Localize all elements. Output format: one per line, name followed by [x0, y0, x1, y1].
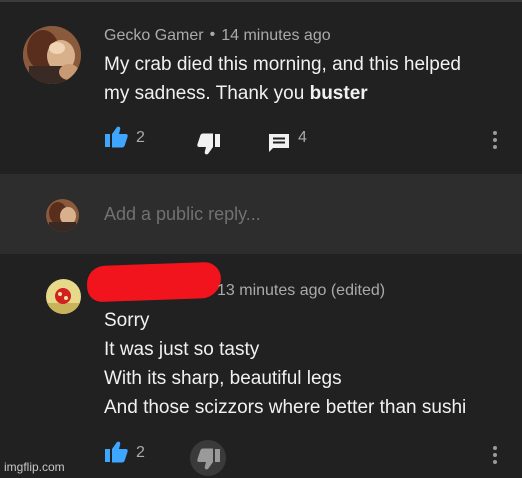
avatar-image — [23, 26, 81, 84]
watermark: imgflip.com — [4, 460, 65, 474]
top-border — [0, 0, 522, 2]
thumbs-up-icon[interactable] — [104, 441, 128, 468]
thumbs-down-icon[interactable] — [197, 448, 221, 475]
avatar-image — [46, 199, 79, 232]
comment-icon[interactable] — [268, 133, 290, 158]
author-name[interactable]: Gecko Gamer — [104, 27, 204, 44]
timestamp[interactable]: 14 minutes ago — [221, 27, 330, 44]
comment-text-line: my sadness. Thank you buster — [104, 82, 368, 106]
more-vert-icon[interactable] — [493, 131, 497, 152]
meta-separator: • — [209, 26, 216, 43]
thumbs-down-icon[interactable] — [197, 133, 221, 160]
reply-text-line: It was just so tasty — [104, 339, 260, 360]
reply-text-line: With its sharp, beautiful legs — [104, 368, 342, 389]
comment-text-bold: buster — [309, 83, 368, 104]
reply-input[interactable] — [104, 204, 484, 225]
reply-text-line: And those scizzors where better than sus… — [104, 397, 467, 418]
timestamp[interactable]: 13 minutes ago (edited) — [217, 282, 385, 300]
avatar[interactable] — [46, 279, 81, 314]
comment-text-line: My crab died this morning, and this help… — [104, 54, 461, 75]
like-count: 2 — [136, 444, 145, 461]
avatar-image — [46, 279, 81, 314]
reply-box — [0, 174, 522, 254]
comment-meta: Gecko Gamer • 14 minutes ago — [104, 26, 331, 45]
like-count: 2 — [136, 129, 145, 146]
more-vert-icon[interactable] — [493, 446, 497, 467]
avatar — [46, 199, 79, 232]
comment-text: my sadness. Thank you — [104, 83, 310, 104]
reply-text-line: Sorry — [104, 310, 150, 331]
top-comment: Gecko Gamer • 14 minutes ago My crab died … — [0, 0, 522, 174]
thumbs-up-icon[interactable] — [104, 126, 128, 153]
redaction-mark — [86, 261, 222, 303]
reply-count[interactable]: 4 — [298, 129, 307, 147]
avatar[interactable] — [23, 26, 81, 84]
reply-comment: 13 minutes ago (edited) Sorry It was jus… — [0, 254, 522, 478]
